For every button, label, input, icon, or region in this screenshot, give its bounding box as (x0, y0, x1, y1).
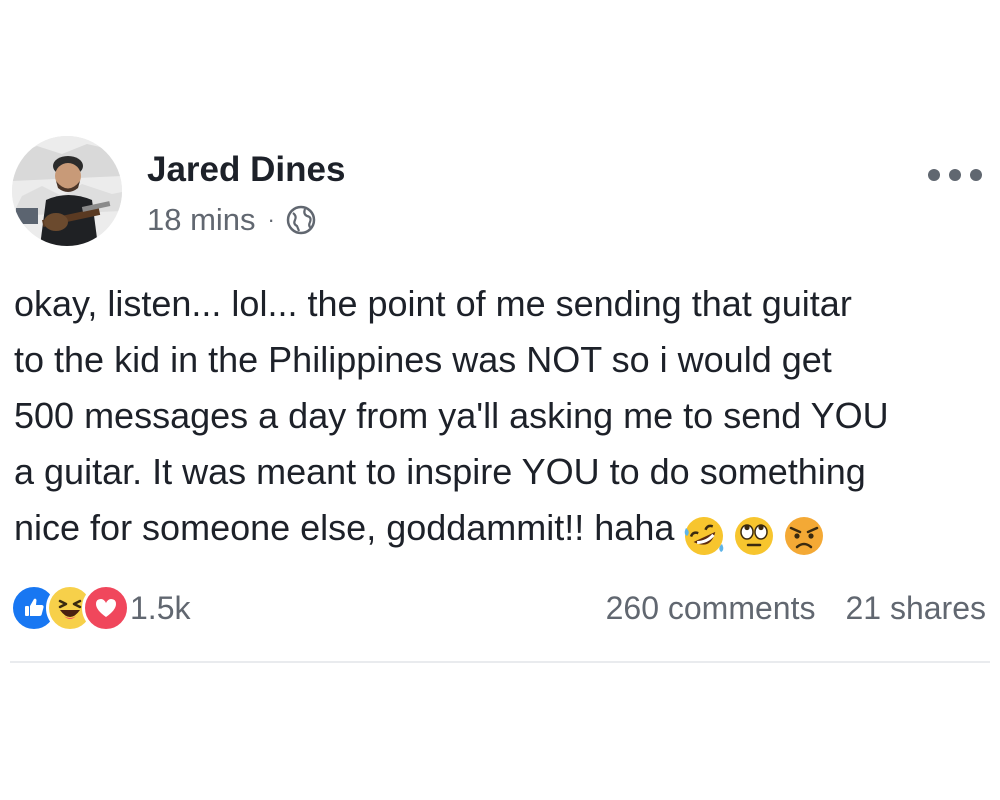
more-dot (949, 169, 961, 181)
divider (10, 661, 990, 663)
more-options-icon[interactable] (928, 160, 982, 190)
more-dot (970, 169, 982, 181)
shares-count-link[interactable]: 21 shares (845, 590, 986, 627)
love-icon (82, 584, 130, 632)
globe-icon[interactable] (285, 204, 317, 236)
post-meta: 18 mins · (147, 202, 317, 238)
meta-separator: · (267, 207, 275, 232)
post-emojis (682, 506, 832, 562)
post-timestamp[interactable]: 18 mins (147, 202, 256, 238)
angry-face-emoji (782, 514, 826, 558)
rolling-on-floor-laughing-emoji (682, 514, 726, 558)
reaction-count: 1.5k (130, 589, 191, 626)
comments-count-link[interactable]: 260 comments (606, 590, 816, 627)
author-name[interactable]: Jared Dines (147, 150, 345, 190)
more-dot (928, 169, 940, 181)
author-avatar[interactable] (12, 136, 122, 246)
reactions-summary[interactable]: 1.5k (10, 584, 190, 632)
engagement-counts: 260 comments 21 shares (606, 584, 986, 632)
post-body: okay, listen... lol... the point of me s… (14, 276, 989, 562)
eye-roll-emoji (732, 514, 776, 558)
